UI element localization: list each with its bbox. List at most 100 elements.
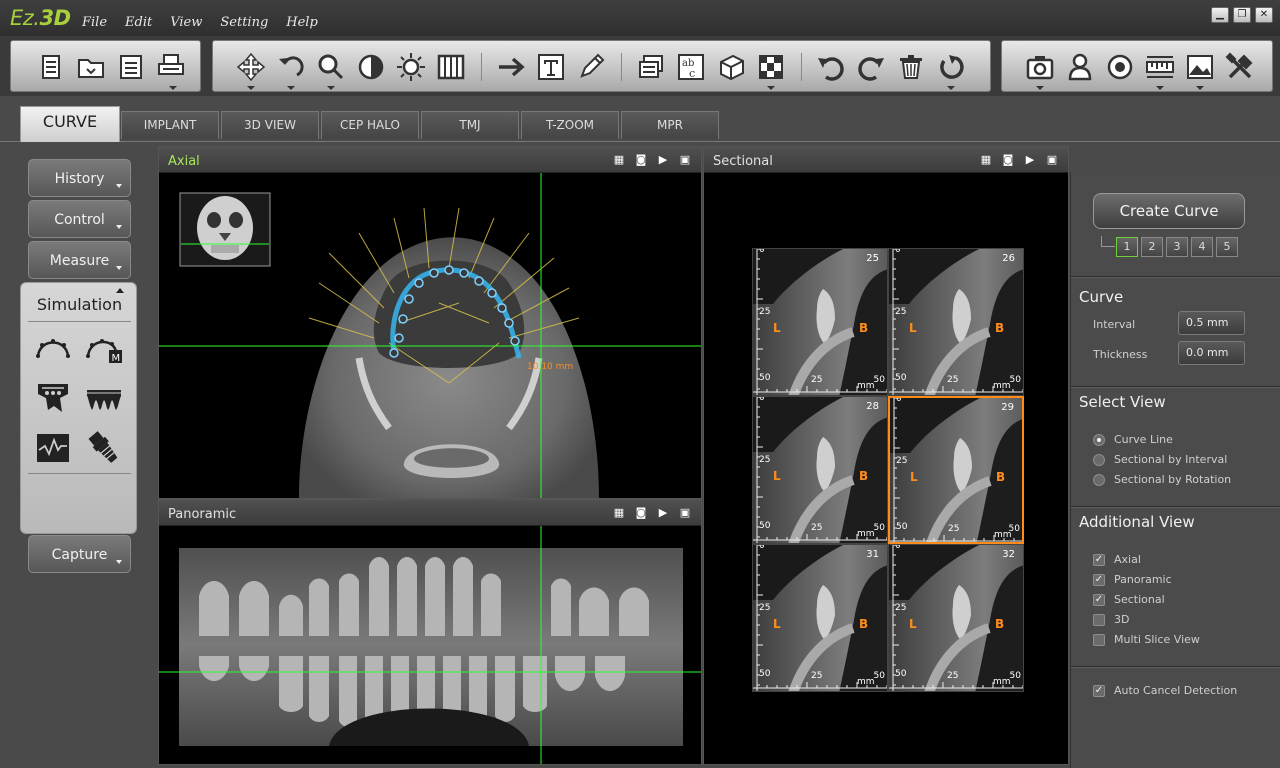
teeth-row-icon[interactable] (84, 378, 124, 418)
curve-number-button[interactable]: 4 (1191, 237, 1213, 257)
brightness-icon[interactable] (395, 51, 427, 83)
panoramic-view[interactable]: Panoramic ▦ ◙ ▶ ▣ (158, 499, 702, 765)
axial-view[interactable]: Axial ▦ ◙ ▶ ▣ 10.10 mm (158, 146, 702, 499)
auto-cancel-checkbox[interactable]: ✓ (1093, 685, 1105, 697)
arch-icon[interactable] (33, 328, 73, 368)
additional-view-checkbox[interactable] (1093, 614, 1105, 626)
abc-icon[interactable]: ab c (675, 51, 707, 83)
curve-number-button[interactable]: 1 (1116, 237, 1138, 257)
play-icon[interactable]: ▶ (1022, 153, 1038, 167)
menu-setting[interactable]: Setting (220, 15, 268, 30)
tools-icon[interactable] (1224, 51, 1256, 83)
new-document-icon[interactable] (35, 51, 67, 83)
menu-file[interactable]: File (82, 15, 107, 30)
checker-dropdown-icon[interactable] (767, 86, 775, 90)
move-dropdown-icon[interactable] (247, 86, 255, 90)
move-icon[interactable] (235, 51, 267, 83)
minimize-button[interactable]: ▁ (1211, 7, 1229, 23)
contrast-icon[interactable] (355, 51, 387, 83)
rotate-icon[interactable] (275, 51, 307, 83)
grid-icon[interactable]: ▦ (611, 506, 627, 520)
arrow-icon[interactable] (495, 51, 527, 83)
grid-icon[interactable]: ▦ (978, 153, 994, 167)
menu-edit[interactable]: Edit (125, 15, 152, 30)
tab-tmj[interactable]: TMJ (421, 111, 519, 139)
camera-icon[interactable]: ◙ (633, 153, 649, 167)
tab-t-zoom[interactable]: T-ZOOM (521, 111, 619, 139)
print-dropdown-icon[interactable] (169, 86, 177, 90)
camera-icon[interactable]: ◙ (1000, 153, 1016, 167)
zoom-icon[interactable] (315, 51, 347, 83)
tab-implant[interactable]: IMPLANT (121, 111, 219, 139)
additional-view-checkbox[interactable]: ✓ (1093, 594, 1105, 606)
pen-icon[interactable] (575, 51, 607, 83)
curve-number-button[interactable]: 2 (1141, 237, 1163, 257)
tab-curve[interactable]: CURVE (20, 106, 120, 142)
curve-number-button[interactable]: 5 (1216, 237, 1238, 257)
sectional-tile[interactable]: 31 0 25 50 25 50 mm L B (752, 544, 888, 692)
additional-view-checkbox[interactable]: ✓ (1093, 574, 1105, 586)
reset-icon[interactable] (935, 51, 967, 83)
nerve-icon[interactable] (33, 428, 73, 468)
close-button[interactable]: ✕ (1255, 7, 1273, 23)
cube-icon[interactable] (715, 51, 747, 83)
image-icon[interactable] (1184, 51, 1216, 83)
measure-button[interactable]: Measure (28, 241, 131, 279)
sectional-view[interactable]: Sectional ▦ ◙ ▶ ▣ 25 0 25 50 25 50 mm L B (703, 146, 1069, 765)
columns-icon[interactable] (435, 51, 467, 83)
print-icon[interactable] (155, 51, 187, 83)
restore-button[interactable]: ❐ (1233, 7, 1251, 23)
play-icon[interactable]: ▶ (655, 506, 671, 520)
control-button[interactable]: Control (28, 200, 131, 238)
thickness-field[interactable]: 0.0 mm (1178, 341, 1245, 365)
target-icon[interactable] (1104, 51, 1136, 83)
tooth-crown-icon[interactable] (33, 378, 73, 418)
camera-icon[interactable] (1024, 51, 1056, 83)
save-icon[interactable] (115, 51, 147, 83)
tab-3d-view[interactable]: 3D VIEW (221, 111, 319, 139)
sectional-tile[interactable]: 29 0 25 50 25 50 mm L B (888, 396, 1024, 544)
ruler-dropdown-icon[interactable] (1156, 86, 1164, 90)
history-button[interactable]: History (28, 159, 131, 197)
tab-mpr[interactable]: MPR (621, 111, 719, 139)
zoom-dropdown-icon[interactable] (327, 86, 335, 90)
menu-help[interactable]: Help (286, 15, 318, 30)
sectional-tile[interactable]: 32 0 25 50 25 50 mm L B (888, 544, 1024, 692)
trash-icon[interactable] (895, 51, 927, 83)
capture-button[interactable]: Capture (28, 535, 131, 573)
rotate-dropdown-icon[interactable] (287, 86, 295, 90)
maximize-icon[interactable]: ▣ (1044, 153, 1060, 167)
additional-view-checkbox[interactable]: ✓ (1093, 554, 1105, 566)
maximize-icon[interactable]: ▣ (677, 153, 693, 167)
ruler-icon[interactable] (1144, 51, 1176, 83)
camera-icon[interactable]: ◙ (633, 506, 649, 520)
open-folder-icon[interactable] (75, 51, 107, 83)
create-curve-button[interactable]: Create Curve (1093, 193, 1245, 229)
additional-view-checkbox[interactable] (1093, 634, 1105, 646)
image-dropdown-icon[interactable] (1196, 86, 1204, 90)
chevron-up-icon[interactable] (116, 288, 124, 293)
select-view-radio[interactable] (1093, 454, 1105, 466)
menu-view[interactable]: View (170, 15, 202, 30)
play-icon[interactable]: ▶ (655, 153, 671, 167)
curve-number-button[interactable]: 3 (1166, 237, 1188, 257)
interval-field[interactable]: 0.5 mm (1178, 311, 1245, 335)
arch-manual-icon[interactable]: M (84, 328, 124, 368)
undo-icon[interactable] (815, 51, 847, 83)
sectional-tile[interactable]: 26 0 25 50 25 50 mm L B (888, 248, 1024, 396)
grid-icon[interactable]: ▦ (611, 153, 627, 167)
implant-tool-icon[interactable] (84, 428, 124, 468)
text-icon[interactable] (535, 51, 567, 83)
redo-icon[interactable] (855, 51, 887, 83)
select-view-radio[interactable] (1093, 474, 1105, 486)
maximize-icon[interactable]: ▣ (677, 506, 693, 520)
layer-icon[interactable] (635, 51, 667, 83)
reset-dropdown-icon[interactable] (947, 86, 955, 90)
camera-dropdown-icon[interactable] (1036, 86, 1044, 90)
person-icon[interactable] (1064, 51, 1096, 83)
tab-cep-halo[interactable]: CEP HALO (321, 111, 419, 139)
sectional-tile[interactable]: 28 0 25 50 25 50 mm L B (752, 396, 888, 544)
select-view-radio[interactable] (1093, 434, 1105, 446)
checker-icon[interactable] (755, 51, 787, 83)
sectional-tile[interactable]: 25 0 25 50 25 50 mm L B (752, 248, 888, 396)
